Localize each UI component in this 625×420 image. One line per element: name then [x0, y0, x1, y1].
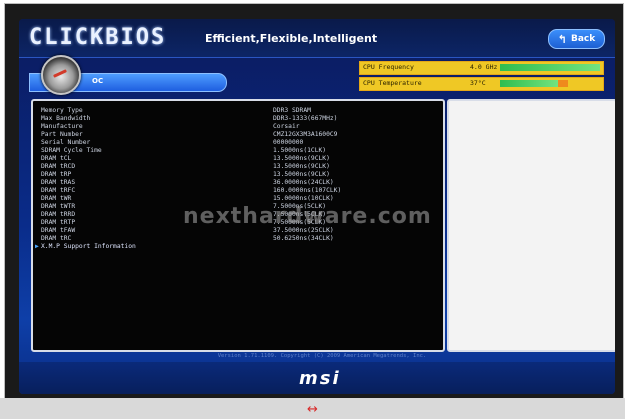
- info-row: Serial Number 00000000: [41, 139, 436, 147]
- info-key: Serial Number: [41, 139, 91, 146]
- bios-screen: CLICKBIOS Efficient,Flexible,Intelligent…: [19, 19, 615, 394]
- caption-bar: ↔: [0, 398, 625, 419]
- info-key: Part Number: [41, 131, 83, 138]
- watermark: nexthardware.com: [183, 204, 432, 229]
- oc-menu: OC: [29, 55, 227, 95]
- info-key: DRAM tWR: [41, 195, 72, 202]
- info-row: SDRAM Cycle Time 1.5000ns(1CLK): [41, 147, 436, 155]
- info-key: DRAM tRP: [41, 171, 72, 178]
- oc-label: OC: [92, 77, 104, 85]
- info-value: 13.5000ns(9CLK): [273, 171, 330, 178]
- info-key: DRAM tRRD: [41, 211, 76, 218]
- info-row: DRAM tRC 50.6250ns(34CLK): [41, 235, 436, 243]
- info-key: Manufacture: [41, 123, 83, 130]
- bottom-bar: msi: [19, 362, 615, 394]
- back-label: Back: [570, 34, 596, 44]
- info-row: Manufacture Corsair: [41, 123, 436, 131]
- info-key: DRAM tCL: [41, 155, 72, 162]
- msi-logo: msi: [299, 368, 341, 389]
- info-value: 00000000: [273, 139, 304, 146]
- cpu-frequency-value: 4.0 GHz: [470, 63, 498, 71]
- info-value: 50.6250ns(34CLK): [273, 235, 334, 242]
- cpu-status-panel: CPU Frequency 4.0 GHz CPU Temperature 37…: [359, 61, 604, 91]
- back-arrow-icon: ↰: [557, 32, 567, 46]
- info-row: Memory Type DDR3 SDRAM: [41, 107, 436, 115]
- info-value: DDR3 SDRAM: [273, 107, 311, 114]
- cpu-frequency-row: CPU Frequency 4.0 GHz: [359, 61, 604, 75]
- info-key: DRAM tRFC: [41, 187, 76, 194]
- info-key: DRAM tRAS: [41, 179, 76, 186]
- info-key: SDRAM Cycle Time: [41, 147, 102, 154]
- cpu-frequency-bar: [500, 64, 600, 71]
- info-value: DDR3-1333(667MHz): [273, 115, 338, 122]
- expand-arrows-icon[interactable]: ↔: [307, 402, 318, 417]
- top-bar: CLICKBIOS Efficient,Flexible,Intelligent…: [19, 19, 615, 58]
- info-value: 36.0000ns(24CLK): [273, 179, 334, 186]
- info-key: Memory Type: [41, 107, 83, 114]
- speedometer-icon[interactable]: [41, 55, 81, 95]
- info-value: Corsair: [273, 123, 300, 130]
- info-value: CMZ12GX3M3A1600C9: [273, 131, 338, 138]
- clickbios-logo: CLICKBIOS: [29, 25, 167, 50]
- info-key: DRAM tRCD: [41, 163, 76, 170]
- info-key: DRAM tRC: [41, 235, 72, 242]
- back-button[interactable]: ↰ Back: [548, 29, 605, 49]
- xmp-support-item[interactable]: ▶ X.M.P Support Information: [35, 243, 436, 252]
- memory-info-list: Memory Type DDR3 SDRAM Max Bandwidth DDR3-1…: [35, 107, 436, 252]
- info-row: DRAM tRCD 13.5000ns(9CLK): [41, 163, 436, 171]
- info-value: 160.0000ns(107CLK): [273, 187, 342, 194]
- cpu-frequency-label: CPU Frequency: [363, 63, 414, 71]
- info-row: DRAM tRFC 160.0000ns(107CLK): [41, 187, 436, 195]
- info-value: 15.0000ns(10CLK): [273, 195, 334, 202]
- info-value: 1.5000ns(1CLK): [273, 147, 327, 154]
- info-key: DRAM tWTR: [41, 203, 76, 210]
- info-row: DRAM tRP 13.5000ns(9CLK): [41, 171, 436, 179]
- cpu-temperature-bar-tail: [558, 80, 568, 87]
- info-key: DRAM tFAW: [41, 227, 76, 234]
- info-row: DRAM tCL 13.5000ns(9CLK): [41, 155, 436, 163]
- help-panel: [447, 99, 615, 352]
- info-key: Max Bandwidth: [41, 115, 91, 122]
- selection-arrow-icon: ▶: [35, 243, 39, 250]
- info-row: DRAM tWR 15.0000ns(10CLK): [41, 195, 436, 203]
- info-row: DRAM tRAS 36.0000ns(24CLK): [41, 179, 436, 187]
- cpu-temperature-label: CPU Temperature: [363, 79, 422, 87]
- info-value: 13.5000ns(9CLK): [273, 155, 330, 162]
- tagline: Efficient,Flexible,Intelligent: [205, 32, 378, 45]
- cpu-temperature-value: 37°C: [470, 79, 486, 87]
- cpu-temperature-row: CPU Temperature 37°C: [359, 77, 604, 91]
- version-text: Version 1.71.1109. Copyright (C) 2009 Am…: [217, 353, 427, 359]
- info-value: 13.5000ns(9CLK): [273, 163, 330, 170]
- info-key: DRAM tRTP: [41, 219, 76, 226]
- info-row: Max Bandwidth DDR3-1333(667MHz): [41, 115, 436, 123]
- xmp-support-label: X.M.P Support Information: [41, 243, 136, 250]
- cpu-temperature-bar: [500, 80, 558, 87]
- photo-frame: CLICKBIOS Efficient,Flexible,Intelligent…: [4, 3, 624, 399]
- info-row: Part Number CMZ12GX3M3A1600C9: [41, 131, 436, 139]
- memory-info-panel: Memory Type DDR3 SDRAM Max Bandwidth DDR3-1…: [31, 99, 445, 352]
